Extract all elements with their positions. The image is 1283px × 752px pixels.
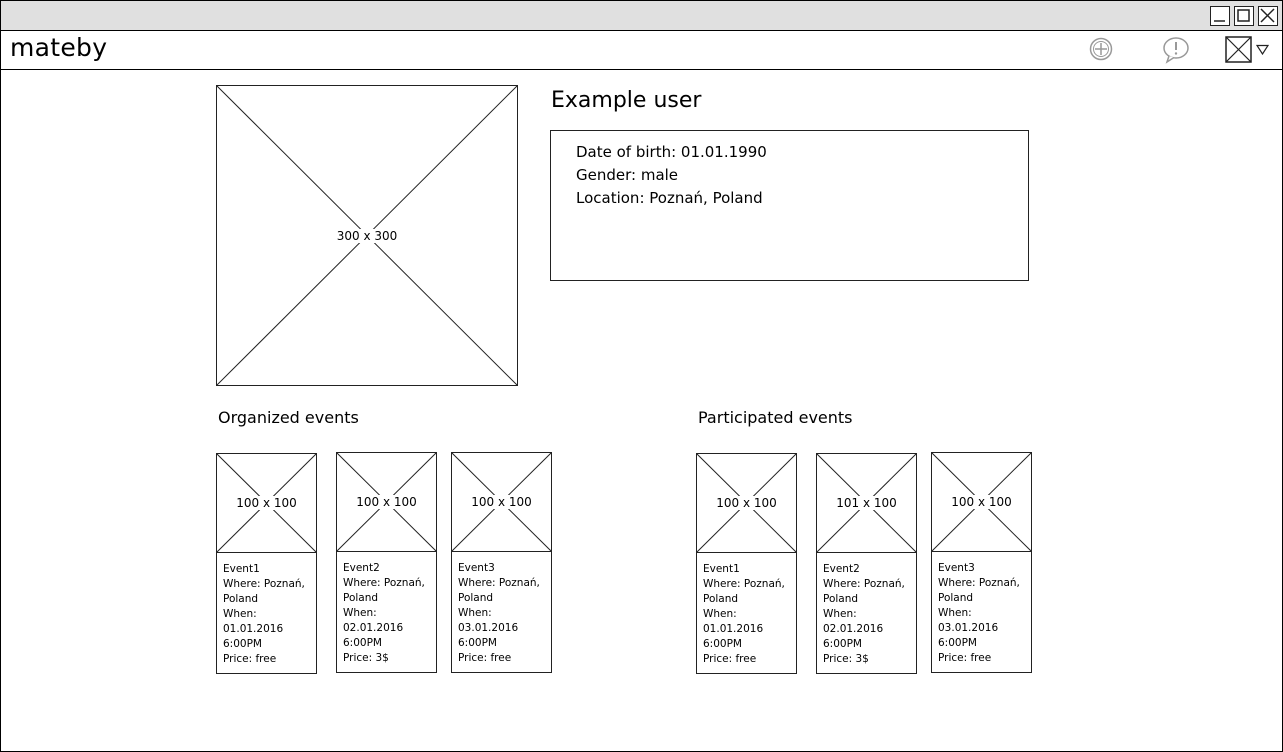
event-image: 100 x 100 xyxy=(336,452,437,552)
event-date: 03.01.2016 xyxy=(938,622,999,634)
event-when: When: xyxy=(823,608,857,620)
app-title: mateby xyxy=(10,33,108,62)
profile-photo-label: 300 x 300 xyxy=(335,228,399,243)
event-price: Price: 3$ xyxy=(823,653,869,665)
event-time: 6:00PM xyxy=(343,637,382,649)
event-name: Event1 xyxy=(703,563,740,575)
app-window: mateby 300 x 300 Example user Date of bi… xyxy=(0,0,1283,752)
event-details: Event1 Where: Poznań, Poland When: 01.01… xyxy=(696,552,797,674)
event-image-label: 100 x 100 xyxy=(235,496,298,510)
event-image-label: 101 x 100 xyxy=(835,496,898,510)
minimize-icon xyxy=(1214,20,1225,22)
participated-event-card[interactable]: 100 x 100 Event3 Where: Poznań, Poland W… xyxy=(931,452,1032,673)
event-image: 100 x 100 xyxy=(451,452,552,552)
event-date: 02.01.2016 xyxy=(343,622,404,634)
user-avatar-icon[interactable] xyxy=(1225,36,1252,63)
event-where-cont: Poland xyxy=(823,593,859,605)
event-image: 100 x 100 xyxy=(931,452,1032,552)
event-time: 6:00PM xyxy=(458,637,497,649)
date-of-birth: Date of birth: 01.01.1990 xyxy=(576,143,767,161)
event-where-cont: Poland xyxy=(703,593,739,605)
event-where-cont: Poland xyxy=(223,593,259,605)
event-when: When: xyxy=(938,607,972,619)
event-image-label: 100 x 100 xyxy=(950,495,1013,509)
event-image-label: 100 x 100 xyxy=(470,495,533,509)
event-where: Where: Poznań, xyxy=(823,578,905,590)
minimize-button[interactable] xyxy=(1210,6,1230,26)
window-titlebar xyxy=(1,1,1282,31)
participated-event-card[interactable]: 100 x 100 Event1 Where: Poznań, Poland W… xyxy=(696,453,797,674)
maximize-icon xyxy=(1237,9,1250,22)
event-price: Price: 3$ xyxy=(343,652,389,664)
event-image: 100 x 100 xyxy=(696,453,797,553)
event-price: Price: free xyxy=(458,652,512,664)
location: Location: Poznań, Poland xyxy=(576,189,763,207)
app-header: mateby xyxy=(1,31,1282,70)
event-when: When: xyxy=(458,607,492,619)
event-price: Price: free xyxy=(223,653,277,665)
event-where: Where: Poznań, xyxy=(223,578,305,590)
participated-event-card[interactable]: 101 x 100 Event2 Where: Poznań, Poland W… xyxy=(816,453,917,674)
dropdown-triangle-icon[interactable] xyxy=(1256,44,1269,55)
event-where-cont: Poland xyxy=(458,592,494,604)
event-details: Event2 Where: Poznań, Poland When: 02.01… xyxy=(336,551,437,673)
event-details: Event1 Where: Poznań, Poland When: 01.01… xyxy=(216,552,317,674)
event-date: 02.01.2016 xyxy=(823,623,884,635)
event-where: Where: Poznań, xyxy=(703,578,785,590)
event-image-label: 100 x 100 xyxy=(355,495,418,509)
event-time: 6:00PM xyxy=(223,638,262,650)
event-price: Price: free xyxy=(703,653,757,665)
user-name: Example user xyxy=(551,88,702,113)
close-icon xyxy=(1260,8,1275,23)
organized-events-title: Organized events xyxy=(218,408,359,427)
event-date: 01.01.2016 xyxy=(703,623,764,635)
event-when: When: xyxy=(223,608,257,620)
event-image-label: 100 x 100 xyxy=(715,496,778,510)
event-where: Where: Poznań, xyxy=(343,577,425,589)
organized-event-card[interactable]: 100 x 100 Event1 Where: Poznań, Poland W… xyxy=(216,453,317,674)
event-time: 6:00PM xyxy=(938,637,977,649)
event-date: 03.01.2016 xyxy=(458,622,519,634)
event-time: 6:00PM xyxy=(703,638,742,650)
profile-photo: 300 x 300 xyxy=(216,85,518,386)
event-name: Event3 xyxy=(938,562,975,574)
gender: Gender: male xyxy=(576,166,679,184)
user-info-box: Date of birth: 01.01.1990 Gender: male L… xyxy=(550,130,1029,281)
close-button[interactable] xyxy=(1258,6,1278,26)
event-price: Price: free xyxy=(938,652,992,664)
event-details: Event2 Where: Poznań, Poland When: 02.01… xyxy=(816,552,917,674)
event-name: Event2 xyxy=(823,563,860,575)
event-name: Event1 xyxy=(223,563,260,575)
event-details: Event3 Where: Poznań, Poland When: 03.01… xyxy=(931,551,1032,673)
event-date: 01.01.2016 xyxy=(223,623,284,635)
participated-events-title: Participated events xyxy=(698,408,853,427)
event-when: When: xyxy=(703,608,737,620)
event-where-cont: Poland xyxy=(938,592,974,604)
event-when: When: xyxy=(343,607,377,619)
event-image: 100 x 100 xyxy=(216,453,317,553)
add-circle-icon[interactable] xyxy=(1089,37,1113,61)
event-name: Event2 xyxy=(343,562,380,574)
event-where-cont: Poland xyxy=(343,592,379,604)
alert-bubble-icon[interactable] xyxy=(1161,36,1191,64)
event-where: Where: Poznań, xyxy=(458,577,540,589)
event-details: Event3 Where: Poznań, Poland When: 03.01… xyxy=(451,551,552,673)
event-time: 6:00PM xyxy=(823,638,862,650)
event-where: Where: Poznań, xyxy=(938,577,1020,589)
maximize-button[interactable] xyxy=(1234,6,1254,26)
event-image: 101 x 100 xyxy=(816,453,917,553)
organized-event-card[interactable]: 100 x 100 Event3 Where: Poznań, Poland W… xyxy=(451,452,552,673)
organized-event-card[interactable]: 100 x 100 Event2 Where: Poznań, Poland W… xyxy=(336,452,437,673)
event-name: Event3 xyxy=(458,562,495,574)
